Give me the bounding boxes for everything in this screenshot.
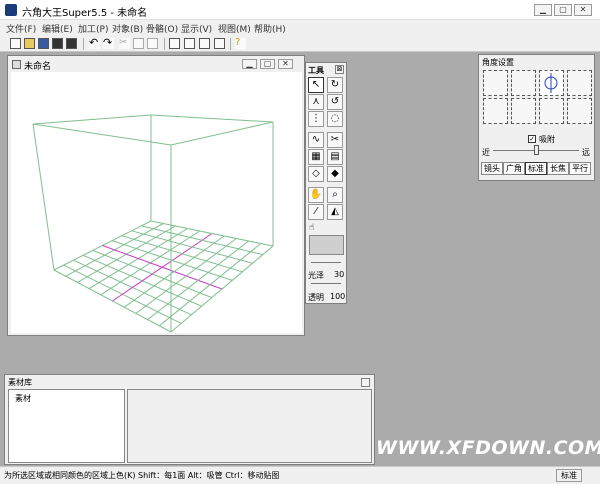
status-text: 为所选区域或相同颜色的区域上色(K) Shift：每1面 Alt：吸管 Ctrl… [4,471,280,480]
library-preview[interactable] [127,389,372,463]
hand-small-icon: ☝ [309,223,315,233]
rotate-point-icon[interactable]: ↺ [327,94,343,110]
tool-panel-close-button[interactable]: ⊠ [335,65,344,74]
status-mode: 标准 [556,469,582,482]
export-icon[interactable] [66,38,77,49]
tree-item-material[interactable]: 素材 [15,393,31,404]
view-cube-1-icon[interactable] [169,38,180,49]
angle-settings-panel: 角度设置 ✓ 吸附 近 远 镜头 广角 标准 长焦 平行 [478,54,595,181]
transparency-label: 透明 [308,293,324,302]
tab-wide[interactable]: 广角 [503,162,525,175]
tool-panel-title: 工具 [308,66,324,75]
menu-bone[interactable]: 骨骼(O) [146,22,178,35]
curve-icon[interactable]: ∿ [308,132,324,148]
document-icon [12,60,21,69]
menu-object[interactable]: 对象(B) [112,22,143,35]
angle-panel-title: 角度设置 [482,58,514,67]
toolbar-separator [164,38,165,50]
angle-cell[interactable] [483,70,508,96]
hand-icon[interactable]: ✋ [308,187,324,203]
perspective-grid-box [32,114,274,333]
title-bar: 六角大王Super5.5 - 未命名 ▁ ▢ ✕ [0,0,600,20]
tool-panel: 工具 ⊠ ↖ ↻ ⋏ ↺ ⋮ ◌ ∿ ✂ ▦ ▤ ◇ ◆ ✋ ⌕ ⁄ ◭ ☝ 光… [305,62,347,304]
view-cube-4-icon[interactable] [214,38,225,49]
copy-icon[interactable] [133,38,144,49]
far-label: 远 [582,148,590,157]
document-title: 未命名 [24,62,52,72]
paste-icon[interactable] [147,38,158,49]
cut-icon[interactable]: ✂ [119,38,130,49]
minimize-button[interactable]: ▁ [534,4,552,16]
angle-cell[interactable] [511,98,536,124]
toolbar-separator [83,38,84,50]
menu-help[interactable]: 帮助(H) [254,22,286,35]
near-label: 近 [482,148,490,157]
3d-viewport[interactable] [11,72,302,333]
doc-close-button[interactable]: ✕ [278,59,293,69]
doc-maximize-button[interactable]: ▢ [260,59,275,69]
rotate-icon[interactable]: ↻ [327,77,343,93]
select-arrow-icon[interactable]: ↖ [308,77,324,93]
menu-bar: 文件(F) 编辑(E) 加工(P) 对象(B) 骨骼(O) 显示(V) 视图(M… [0,20,600,35]
toolbar-separator [230,38,231,50]
menu-edit[interactable]: 编辑(E) [42,22,73,35]
paint-bucket-icon[interactable]: ◭ [327,204,343,220]
view-cube-3-icon[interactable] [199,38,210,49]
angle-cell[interactable] [539,98,564,124]
library-tree[interactable]: 素材 [8,389,125,463]
angle-cell[interactable] [567,70,592,96]
angle-cell[interactable] [483,98,508,124]
open-folder-icon[interactable] [24,38,35,49]
library-close-button[interactable] [361,378,370,387]
subdivide-icon[interactable]: ▤ [327,149,343,165]
transparency-value: 100 [330,292,346,301]
document-window: 未命名 ▁ ▢ ✕ [7,55,305,336]
help-hint-icon[interactable]: ? [235,38,246,49]
new-file-icon[interactable] [10,38,21,49]
view-cube-2-icon[interactable] [184,38,195,49]
gloss-slider[interactable] [311,283,341,284]
extrude-icon[interactable]: ▦ [308,149,324,165]
menu-display[interactable]: 显示(V) [181,22,212,35]
cube-icon[interactable]: ◇ [308,166,324,182]
eyedropper-icon[interactable]: ⁄ [308,204,324,220]
toolbar: ↶ ↷ ✂ ? [0,35,600,52]
distance-slider-thumb[interactable] [534,145,539,155]
tab-lens[interactable]: 镜头 [481,162,503,175]
close-button[interactable]: ✕ [574,4,592,16]
doc-minimize-button[interactable]: ▁ [242,59,257,69]
mirror-icon[interactable]: ⋮ [308,111,324,127]
lasso-icon[interactable]: ◌ [327,111,343,127]
app-icon [5,4,17,16]
snap-label: 吸附 [539,135,555,144]
tab-standard[interactable]: 标准 [525,162,547,175]
cube-solid-icon[interactable]: ◆ [327,166,343,182]
angle-cell[interactable] [511,70,536,96]
angle-cell[interactable] [567,98,592,124]
knife-icon[interactable]: ⋏ [308,94,324,110]
menu-file[interactable]: 文件(F) [6,22,36,35]
library-title: 素材库 [8,378,32,387]
material-library-panel: 素材库 素材 [4,374,375,465]
menu-view[interactable]: 视图(M) [218,22,251,35]
save-icon[interactable] [38,38,49,49]
watermark: WWW.XFDOWN.COM [376,437,600,459]
tab-telephoto[interactable]: 长焦 [547,162,569,175]
snap-checkbox[interactable]: ✓ [528,135,536,143]
zoom-icon[interactable]: ⌕ [327,187,343,203]
gloss-label: 光泽 [308,271,324,280]
angle-cell-selected[interactable] [539,70,564,96]
print-icon[interactable] [52,38,63,49]
cut-tool-icon[interactable]: ✂ [327,132,343,148]
redo-icon[interactable]: ↷ [103,37,114,49]
color-slider[interactable] [311,262,341,263]
maximize-button[interactable]: ▢ [554,4,572,16]
menu-process[interactable]: 加工(P) [78,22,108,35]
color-swatch[interactable] [309,235,344,255]
undo-icon[interactable]: ↶ [89,37,100,49]
window-title: 六角大王Super5.5 - 未命名 [22,8,148,19]
gloss-value: 30 [334,270,345,279]
tab-parallel[interactable]: 平行 [569,162,591,175]
status-bar: 为所选区域或相同颜色的区域上色(K) Shift：每1面 Alt：吸管 Ctrl… [0,466,600,484]
